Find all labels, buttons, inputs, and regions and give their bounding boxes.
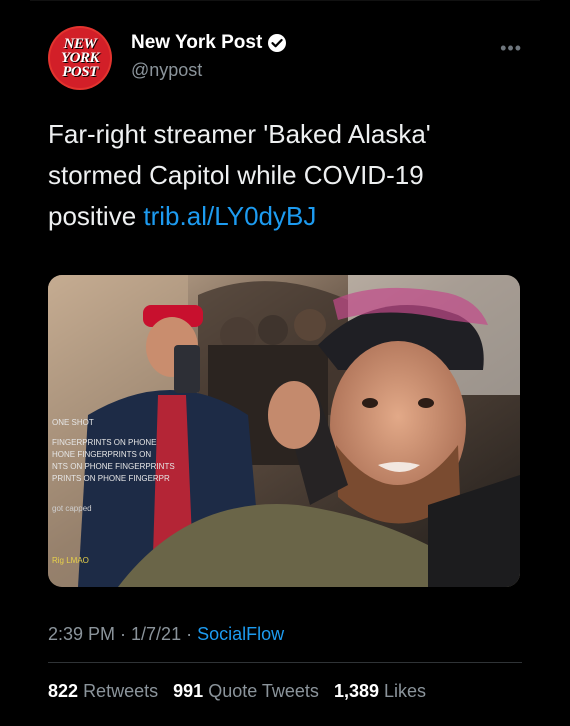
media-scene: ONE SHOT FINGERPRINTS ON PHONE HONE FING… <box>48 275 520 587</box>
handle[interactable]: @nypost <box>131 60 286 81</box>
tweet-text: Far-right streamer 'Baked Alaska' storme… <box>48 114 518 237</box>
logo-line-2: YORK <box>60 50 100 66</box>
left-man-phone <box>174 345 200 393</box>
tweet-media-image[interactable]: ONE SHOT FINGERPRINTS ON PHONE HONE FING… <box>48 275 520 587</box>
quote-tweets-stat[interactable]: 991 Quote Tweets <box>173 681 319 701</box>
eye-left <box>362 398 378 408</box>
quote-tweets-count: 991 <box>173 681 204 701</box>
retweets-count: 822 <box>48 681 79 701</box>
overlay-line-7: Rig LMAO <box>52 556 89 565</box>
more-dots-icon[interactable]: ••• <box>500 38 522 59</box>
account-info: New York Post @nypost <box>131 32 287 81</box>
tweet-link[interactable]: trib.al/LY0dyBJ <box>143 201 316 231</box>
stats-divider <box>48 662 522 663</box>
verified-badge-icon <box>268 34 287 52</box>
top-divider <box>30 0 540 1</box>
tweet-stats: 822 Retweets 991 Quote Tweets 1,389 Like… <box>48 681 426 702</box>
crowd-head-3 <box>294 309 326 341</box>
tweet-header: NEW YORK POST New York Post @nypost ••• <box>48 26 528 90</box>
overlay-line-1: ONE SHOT <box>52 418 94 427</box>
nypost-logo: NEW YORK POST <box>50 28 110 88</box>
overlay-line-4: NTS ON PHONE FINGERPRINTS <box>52 462 175 471</box>
eye-right <box>418 398 434 408</box>
likes-stat[interactable]: 1,389 Likes <box>334 681 426 701</box>
overlay-line-3: HONE FINGERPRINTS ON <box>52 450 151 459</box>
likes-label: Likes <box>384 681 427 701</box>
retweets-stat[interactable]: 822 Retweets <box>48 681 158 701</box>
crowd-head-2 <box>258 315 288 345</box>
tweet-meta: 2:39 PM · 1/7/21 · SocialFlow <box>48 624 284 645</box>
quote-tweets-label: Quote Tweets <box>208 681 319 701</box>
hand <box>268 381 320 449</box>
overlay-line-6: got capped <box>52 504 92 513</box>
overlay-line-5: PRINTS ON PHONE FINGERPR <box>52 474 170 483</box>
logo-line-3: POST <box>62 64 98 80</box>
display-name-row[interactable]: New York Post <box>131 32 287 54</box>
source-link[interactable]: SocialFlow <box>197 624 284 644</box>
retweets-label: Retweets <box>83 681 159 701</box>
avatar[interactable]: NEW YORK POST <box>48 26 112 90</box>
display-name[interactable]: New York Post <box>131 32 262 54</box>
timestamp[interactable]: 2:39 PM · 1/7/21 · <box>48 624 197 644</box>
likes-count: 1,389 <box>333 681 379 701</box>
logo-line-1: NEW <box>63 36 97 52</box>
overlay-line-2: FINGERPRINTS ON PHONE <box>52 438 156 447</box>
